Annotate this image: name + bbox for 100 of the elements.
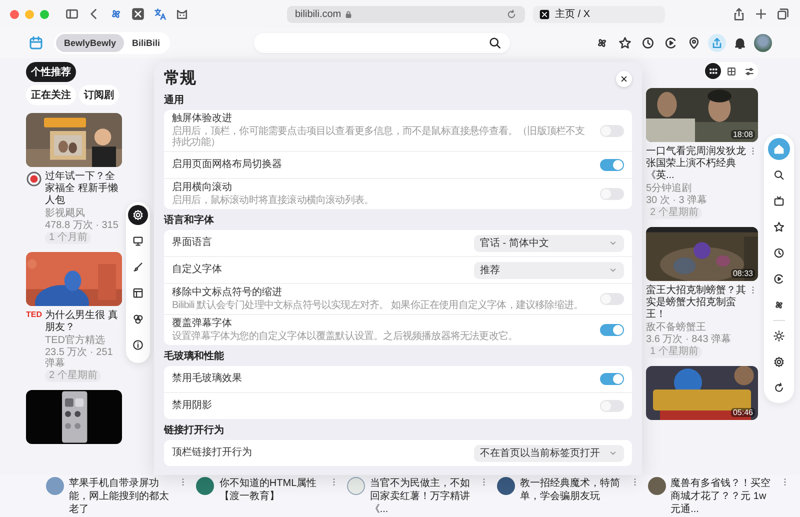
video-title[interactable]: 魔兽有多省钱？！买空商城才花了？？元 1w元通... — [670, 477, 776, 516]
search-icon — [488, 36, 502, 50]
toggle-switch[interactable] — [600, 188, 624, 200]
video-stats: 30 次 · 3 弹幕 — [646, 195, 708, 206]
feed-tab[interactable]: 订阅剧 — [79, 85, 119, 105]
video-title[interactable]: 过年试一下？全家福全 程新手懒人包 — [45, 171, 122, 207]
video-title[interactable]: 苹果手机自带录屏功能，网上能搜到的都太老了 — [69, 477, 174, 516]
header-tab[interactable]: BewlyBewly — [56, 34, 124, 52]
star-icon — [618, 36, 632, 50]
address-text: bilibili.com — [295, 8, 342, 20]
info-icon — [132, 339, 144, 351]
video-duration: 05:46 — [730, 408, 755, 417]
toggle-switch[interactable] — [600, 159, 624, 171]
setting-label: 顶栏链接打开行为 — [172, 447, 253, 459]
video-stats: 478.8 万次 · 315 — [45, 220, 118, 231]
toggle-switch[interactable] — [600, 373, 624, 385]
section-heading: 语言和字体 — [164, 215, 215, 227]
new-tab-button[interactable] — [754, 7, 768, 21]
setting-label: 移除中文标点符号的缩进 — [172, 287, 283, 299]
date-tag: 1 个月前 — [45, 232, 92, 244]
brush-icon — [132, 261, 144, 273]
video-title[interactable]: 你不知道的HTML属性【渡一教育】 — [219, 477, 324, 503]
cat-icon — [175, 7, 189, 21]
video-duration: 08:33 — [730, 269, 755, 278]
tab-logo-icon — [539, 8, 550, 20]
sun-icon — [773, 330, 785, 342]
close-button[interactable] — [616, 70, 632, 86]
toggle-switch[interactable] — [600, 400, 624, 412]
gear-icon — [132, 209, 144, 221]
sidebar-icon — [65, 7, 79, 21]
toggle-switch[interactable] — [600, 124, 624, 136]
pin-icon — [687, 36, 702, 50]
upload-button[interactable] — [708, 34, 726, 52]
avatar-logo-icon — [26, 171, 42, 187]
video-title[interactable]: 当官不为民做主，不如回家卖红薯！万字精讲《... — [370, 477, 474, 516]
toggle-switch[interactable] — [600, 324, 624, 336]
share-icon — [732, 7, 746, 21]
clock-icon — [773, 247, 785, 259]
user-avatar[interactable] — [754, 34, 772, 52]
sidebar-button[interactable] — [65, 7, 79, 21]
lock-icon — [344, 10, 354, 18]
video-title[interactable]: 一口气看完周润发狄龙张国荣上演不朽经典《英... — [646, 146, 746, 182]
setting-label: 界面语言 — [172, 237, 213, 249]
dialog-title: 常规 — [164, 68, 196, 89]
view-mode-button[interactable] — [705, 63, 721, 79]
setting-label: 自定义字体 — [172, 264, 223, 276]
pinwheel-icon — [773, 299, 785, 311]
search-icon — [773, 169, 785, 181]
calendar-icon — [28, 35, 44, 51]
tab-overview-button[interactable] — [776, 7, 790, 21]
translate-icon — [153, 7, 167, 21]
tabs-icon — [776, 7, 790, 21]
share-button[interactable] — [732, 7, 746, 21]
pinwheel-icon — [109, 7, 123, 21]
channel-avatar[interactable] — [497, 477, 516, 495]
setting-label: 启用横向滚动 — [172, 182, 233, 194]
feed-tab[interactable]: 个性推荐 — [26, 62, 76, 82]
select-field[interactable]: 推荐 — [474, 262, 624, 278]
bell-icon — [733, 36, 748, 50]
video-title[interactable]: 蛮王大招克制螃蟹？其实是螃蟹大招克制蛮王！ — [646, 285, 746, 321]
video-duration: 18:08 — [730, 130, 755, 139]
setting-description: 启用后，顶栏，你可能需要点击项目以查看更多信息，而不是鼠标直接悬停查看。（旧版顶栏不支持此功能） — [172, 126, 586, 148]
tab-title: 主页 / X — [555, 8, 590, 21]
star-icon — [773, 221, 785, 233]
section-heading: 通用 — [164, 95, 185, 107]
setting-label: 禁用阴影 — [172, 400, 213, 412]
browser-tab[interactable]: 主页 / X — [533, 6, 665, 22]
section-heading: 链接打开行为 — [164, 425, 225, 437]
columns-icon — [726, 66, 736, 76]
video-stats: 23.5 万次 · 251 弹幕 — [45, 347, 114, 369]
extension-button[interactable] — [131, 7, 145, 21]
address-bar[interactable]: bilibili.com — [287, 6, 525, 22]
channel-logo: TED — [26, 310, 42, 319]
date-tag: 2 个星期前 — [45, 370, 102, 382]
reload-icon — [506, 8, 517, 20]
setting-label: 启用页面网格布局切换器 — [172, 159, 283, 171]
select-field[interactable]: 官话 - 简体中文 — [474, 234, 624, 252]
clock-icon — [641, 36, 656, 50]
header-tab[interactable]: BiliBili — [124, 34, 168, 52]
monitor-icon — [132, 235, 144, 247]
select-field[interactable]: 不在首页以当前标签页打开 — [474, 444, 624, 462]
extension-button[interactable] — [153, 7, 167, 21]
toggle-switch[interactable] — [600, 293, 624, 305]
extension-button[interactable] — [175, 7, 189, 21]
plus-icon — [754, 7, 768, 21]
setting-description: Bilibili 默认会专门处理中文标点符号以实现左对齐。 如果你正在使用自定义字体，建议移除缩进。 — [172, 300, 584, 311]
menu-button[interactable] — [128, 205, 148, 225]
extension-button[interactable] — [109, 7, 123, 21]
search-field[interactable] — [254, 33, 510, 53]
date-tag: 2 个星期前 — [646, 207, 702, 219]
date-tag: 1 个星期前 — [646, 346, 702, 358]
setting-description: 设置弹幕字体为您的自定义字体以覆盖默认设置。之后视频播放器将无法更改它。 — [172, 331, 519, 342]
channel-avatar[interactable] — [196, 477, 214, 495]
setting-label: 触屏体验改进 — [172, 113, 233, 125]
video-title[interactable]: 教一招经典魔术，特简单，学会骗朋友玩 — [520, 477, 625, 503]
tab-logo-icon — [131, 7, 145, 21]
channel-avatar[interactable] — [648, 477, 666, 495]
feed-tab[interactable]: 正在关注 — [26, 85, 76, 105]
video-title[interactable]: 为什么男生很 真朋友？ — [45, 310, 122, 334]
close-window-button[interactable] — [10, 10, 19, 18]
